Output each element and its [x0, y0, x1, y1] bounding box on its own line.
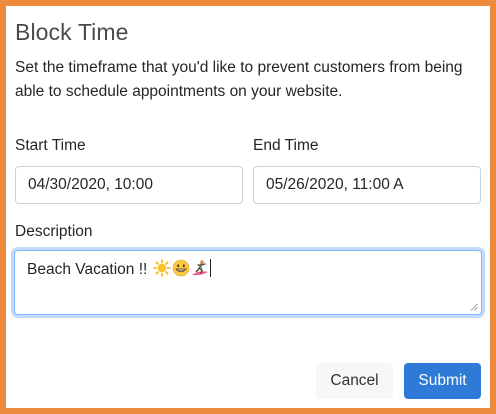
text-caret: [209, 259, 211, 277]
block-time-modal: Block Time Set the timeframe that you'd …: [6, 6, 490, 408]
start-time-label: Start Time: [15, 137, 86, 154]
modal-description: Set the timeframe that you'd like to pre…: [15, 59, 463, 100]
sun-icon: [152, 259, 171, 277]
surfer-icon: [191, 259, 209, 277]
description-label: Description: [15, 223, 93, 240]
description-text: Beach Vacation !!: [27, 261, 152, 278]
cancel-button[interactable]: Cancel: [316, 363, 393, 399]
start-time-input[interactable]: 04/30/2020, 10:00: [15, 166, 243, 204]
submit-button[interactable]: Submit: [404, 363, 481, 399]
description-textarea[interactable]: Beach Vacation !!: [14, 250, 482, 315]
modal-title: Block Time: [15, 19, 129, 45]
grinning-face-icon: [172, 259, 190, 277]
resize-handle-icon[interactable]: [470, 303, 478, 311]
end-time-label: End Time: [253, 137, 319, 154]
end-time-input[interactable]: 05/26/2020, 11:00 A: [253, 166, 481, 204]
